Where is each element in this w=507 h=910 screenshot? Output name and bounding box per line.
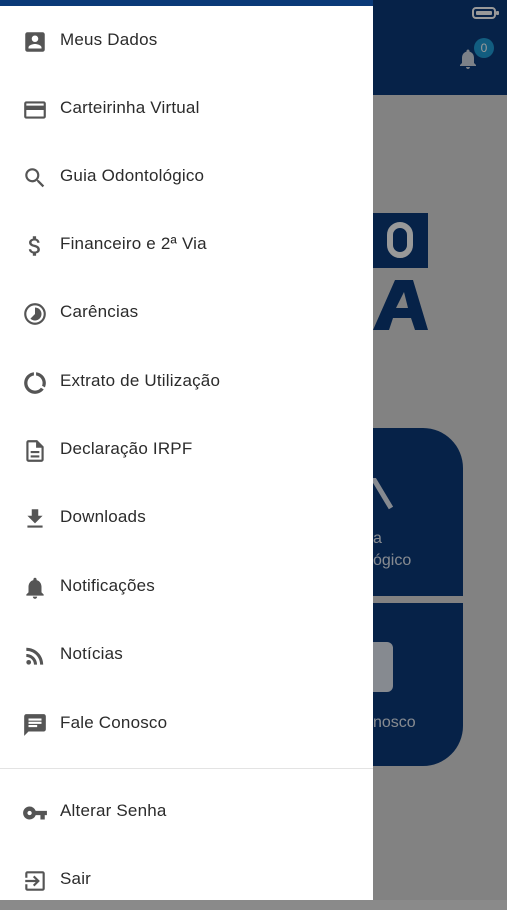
menu-item-carteirinha-virtual[interactable]: Carteirinha Virtual bbox=[0, 79, 373, 139]
navigation-drawer: Meus Dados Carteirinha Virtual Guia Odon… bbox=[0, 0, 373, 900]
account-box-icon bbox=[21, 29, 49, 55]
download-icon bbox=[21, 506, 49, 532]
menu-item-label: Carências bbox=[60, 302, 139, 321]
menu-item-label: Extrato de Utilização bbox=[60, 371, 221, 390]
credit-card-icon bbox=[21, 97, 49, 123]
menu-item-label: Downloads bbox=[60, 507, 146, 526]
timelapse-icon bbox=[21, 301, 49, 327]
menu-item-label: Meus Dados bbox=[60, 30, 158, 49]
dollar-icon bbox=[21, 233, 49, 259]
rss-icon bbox=[21, 643, 49, 669]
search-icon bbox=[21, 165, 49, 191]
menu-item-alterar-senha[interactable]: Alterar Senha bbox=[0, 782, 373, 842]
logout-icon bbox=[21, 868, 49, 894]
key-icon bbox=[21, 800, 49, 826]
chat-icon bbox=[21, 712, 49, 738]
menu-item-fale-conosco[interactable]: Fale Conosco bbox=[0, 694, 373, 754]
menu-item-label: Declaração IRPF bbox=[60, 439, 193, 458]
menu-item-downloads[interactable]: Downloads bbox=[0, 488, 373, 548]
menu-item-label: Financeiro e 2ª Via bbox=[60, 234, 207, 253]
bell-icon bbox=[21, 575, 49, 601]
menu-item-guia-odontologico[interactable]: Guia Odontológico bbox=[0, 147, 373, 207]
menu-item-meus-dados[interactable]: Meus Dados bbox=[0, 11, 373, 71]
menu-item-label: Guia Odontológico bbox=[60, 166, 205, 185]
menu-item-carencias[interactable]: Carências bbox=[0, 283, 373, 343]
drawer-top-bar bbox=[0, 0, 373, 6]
menu-divider bbox=[0, 768, 373, 769]
menu-item-label: Sair bbox=[60, 869, 92, 888]
menu-item-label: Alterar Senha bbox=[60, 801, 167, 820]
menu-item-declaracao-irpf[interactable]: Declaração IRPF bbox=[0, 420, 373, 480]
donut-icon bbox=[21, 370, 49, 396]
menu-item-label: Notificações bbox=[60, 576, 155, 595]
menu-item-label: Notícias bbox=[60, 644, 124, 663]
menu-item-financeiro[interactable]: Financeiro e 2ª Via bbox=[0, 215, 373, 275]
menu-item-label: Carteirinha Virtual bbox=[60, 98, 200, 117]
menu-item-notificacoes[interactable]: Notificações bbox=[0, 557, 373, 617]
menu-item-extrato-utilizacao[interactable]: Extrato de Utilização bbox=[0, 352, 373, 412]
menu-item-sair[interactable]: Sair bbox=[0, 850, 373, 910]
document-icon bbox=[21, 438, 49, 464]
menu-item-label: Fale Conosco bbox=[60, 713, 168, 732]
menu-item-noticias[interactable]: Notícias bbox=[0, 625, 373, 685]
